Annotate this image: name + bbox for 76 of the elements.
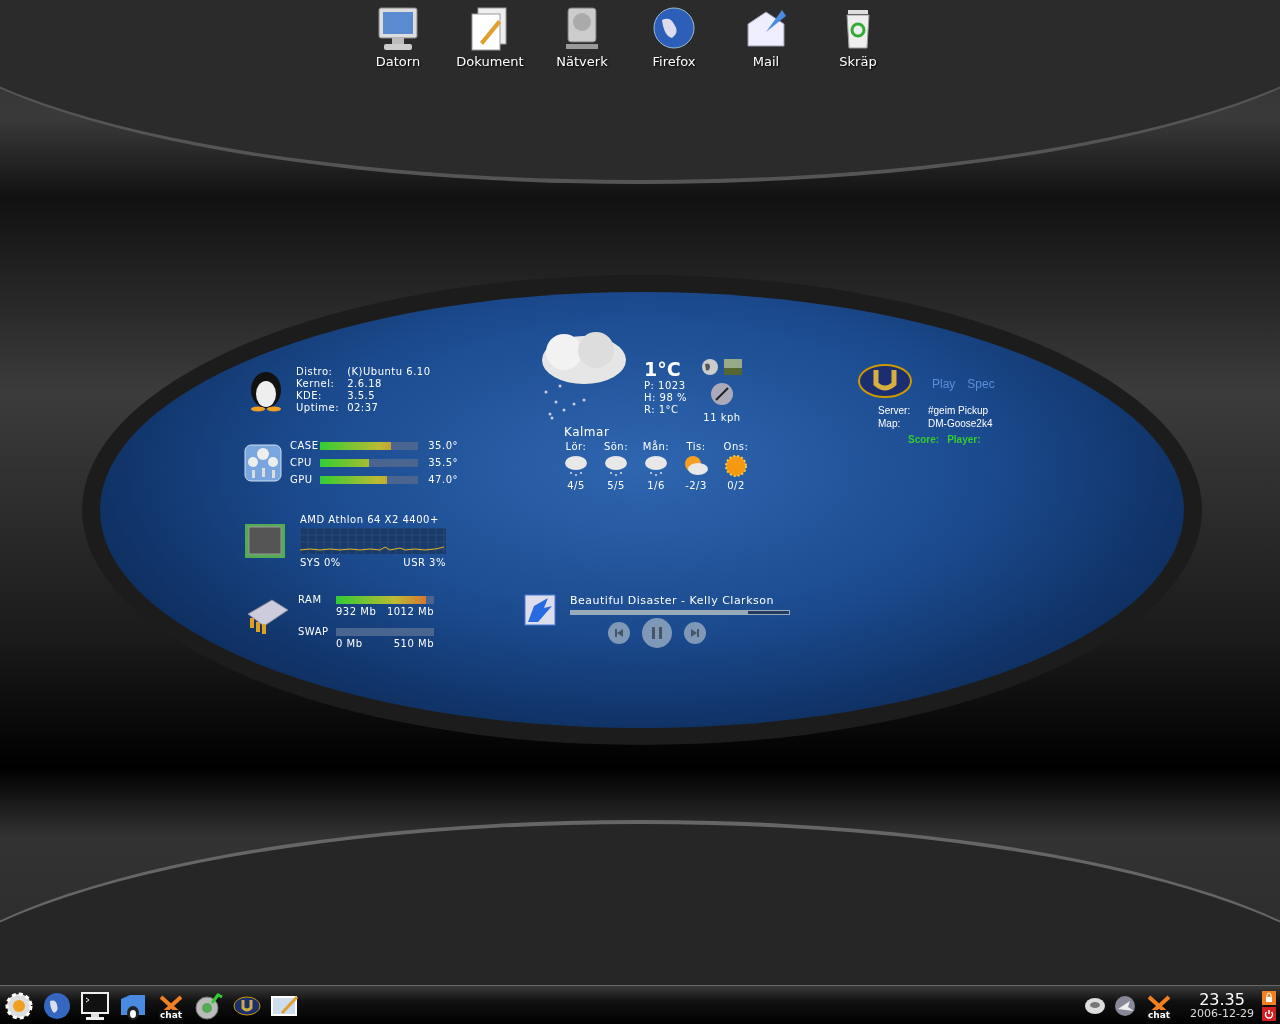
forecast-temps: -2/3 <box>685 480 707 491</box>
gear-icon[interactable] <box>4 990 34 1021</box>
memory-total: 510 Mb <box>393 638 434 650</box>
sensor-label: GPU <box>290 474 314 485</box>
weather-detail: P: 1023 <box>644 380 687 392</box>
server-label: Server: <box>878 404 912 417</box>
sensor-reading: 35.5° <box>427 457 458 468</box>
memory-total: 1012 Mb <box>386 606 434 618</box>
sun-cloud-icon <box>683 454 709 478</box>
wind-speed: 11 kph <box>703 412 741 423</box>
lock-icon[interactable] <box>1262 990 1276 1005</box>
city-name: Kalmar <box>564 425 611 439</box>
bird-icon[interactable] <box>1114 994 1137 1017</box>
speaker-note-icon[interactable] <box>194 990 224 1021</box>
info-label: Uptime: <box>296 402 340 414</box>
sun-icon <box>723 454 749 478</box>
info-value: 3.5.5 <box>347 390 377 402</box>
forecast-day: Tis: <box>686 441 706 452</box>
power-icon[interactable] <box>1262 1006 1276 1021</box>
forecast-temps: 1/6 <box>647 480 665 491</box>
skip-forward-icon <box>690 628 700 638</box>
desktop-icon-label[interactable]: Nätverk <box>556 54 608 69</box>
memory-label: RAM <box>298 594 323 606</box>
forecast-day: Ons: <box>723 441 749 452</box>
memory-used: 0 Mb <box>336 638 363 650</box>
clock-date[interactable]: 2006-12-29 <box>1190 1008 1254 1019</box>
processor-chip-icon <box>244 523 286 559</box>
desktop-icon-label[interactable]: Mail <box>752 54 780 69</box>
desktop-icon-label[interactable]: Firefox <box>652 54 696 69</box>
memory-used: 932 Mb <box>336 606 377 618</box>
memory-label: SWAP <box>298 626 330 638</box>
forecast-day: Mån: <box>642 441 670 452</box>
forecast-temps: 0/2 <box>727 480 745 491</box>
desktop-icon-label[interactable]: Skräp <box>839 54 877 69</box>
server-value: #geim Pickup <box>928 404 990 417</box>
cpu-model: AMD Athlon 64 X2 4400+ <box>300 514 440 525</box>
forecast-temps: 4/5 <box>567 480 585 491</box>
terminal-icon[interactable] <box>80 990 110 1021</box>
snow-cloud-icon <box>563 454 589 478</box>
gauges-icon <box>244 443 282 482</box>
track-progress[interactable] <box>570 610 790 615</box>
snow-cloud-icon <box>603 454 629 478</box>
info-label: Kernel: <box>296 378 336 390</box>
forecast-temps: 5/5 <box>607 480 625 491</box>
pause-icon <box>651 626 663 640</box>
globe-icon <box>652 6 696 52</box>
track-title: Beautiful Disaster - Kelly Clarkson <box>570 594 775 607</box>
info-label: Distro: <box>296 366 334 378</box>
clock-time[interactable]: 23.35 <box>1199 992 1245 1008</box>
server-value: DM-Goose2k4 <box>928 417 994 430</box>
info-value: 02:37 <box>347 402 380 414</box>
sensor-reading: 47.0° <box>427 474 458 485</box>
desktop-icon-label[interactable]: Dokument <box>456 54 524 69</box>
skip-back-icon <box>614 628 624 638</box>
info-label: KDE: <box>296 390 323 402</box>
u-logo-icon <box>856 362 914 400</box>
wind-direction-icon <box>710 382 734 406</box>
weather-detail: R: 1°C <box>644 404 680 416</box>
player-label: Player: <box>947 434 981 445</box>
desktop-icon-label[interactable]: Datorn <box>375 54 421 69</box>
globe-icon[interactable] <box>42 990 72 1021</box>
server-label: Map: <box>878 417 902 430</box>
sensor-label: CPU <box>290 457 313 468</box>
weather-detail: H: 98 % <box>644 392 687 404</box>
forecast-day: Lör: <box>565 441 587 452</box>
monitor-icon <box>376 6 420 52</box>
snow-cloud-icon <box>643 454 669 478</box>
sensor-label: CASE <box>290 440 320 451</box>
usr-usage: USR 3% <box>403 557 446 568</box>
temperature: 1°C <box>644 358 682 380</box>
score-label: Score: <box>908 434 940 445</box>
sensor-reading: 35.0° <box>427 440 458 451</box>
info-value: 2.6.18 <box>347 378 383 390</box>
sys-usage: SYS 0% <box>300 557 341 568</box>
info-value: (K)Ubuntu 6.10 <box>347 366 431 378</box>
forecast-day: Sön: <box>603 441 629 452</box>
